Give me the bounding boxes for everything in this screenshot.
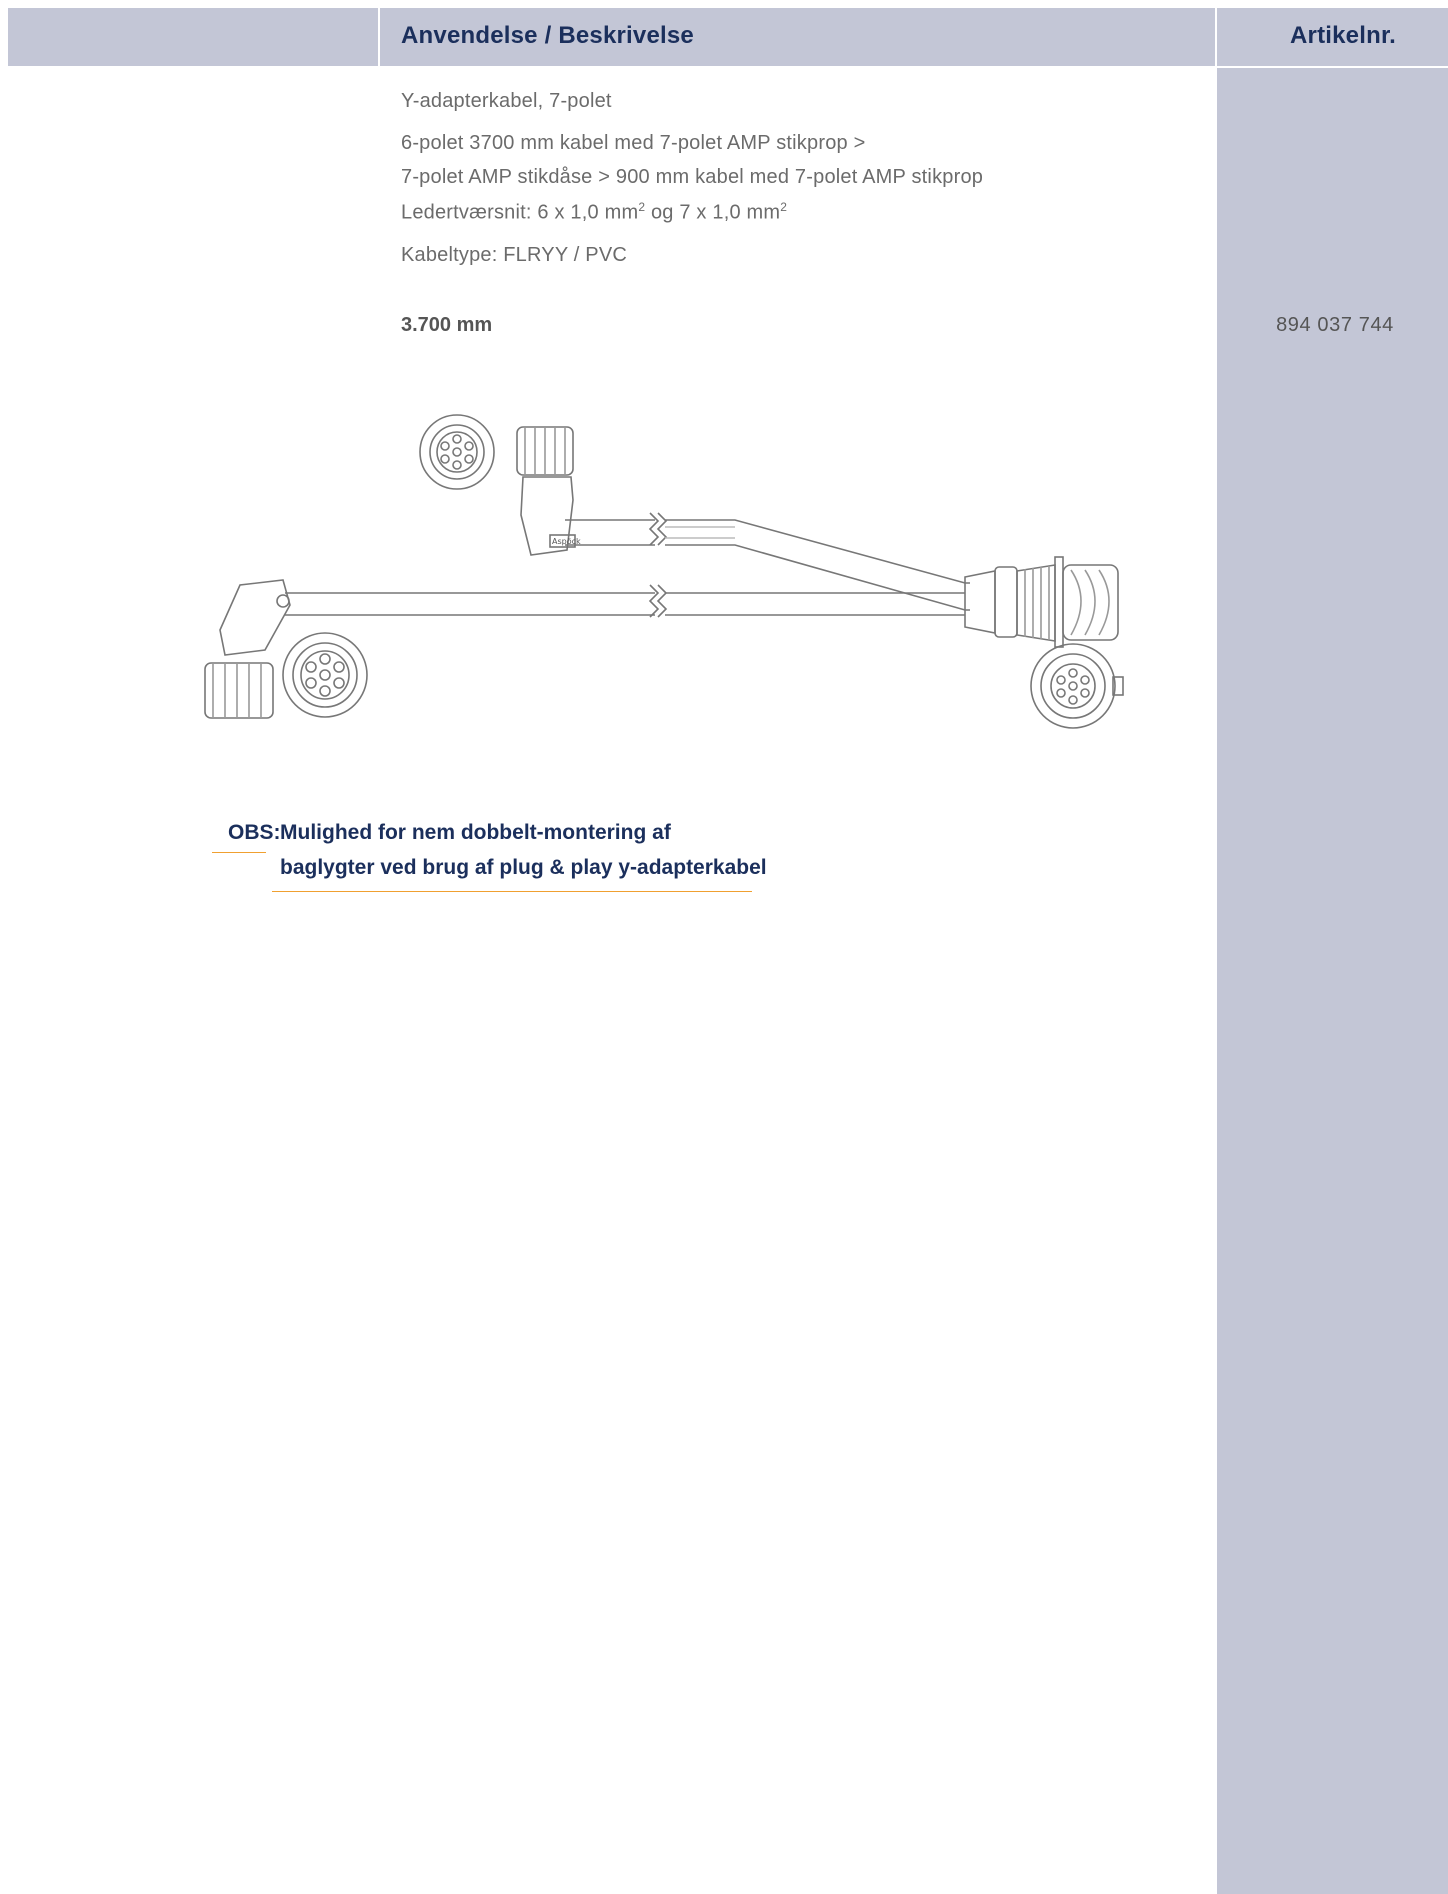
brand-logo-on-drawing: Aspöck (552, 537, 581, 546)
description-heading: Anvendelse / Beskrivelse (401, 22, 694, 49)
superscript: 2 (780, 200, 788, 214)
header-divider (1215, 8, 1217, 66)
product-description-line: 6-polet 3700 mm kabel med 7-polet AMP st… (401, 132, 866, 154)
article-number-column (1217, 68, 1448, 1894)
table-header (8, 8, 1448, 66)
cable-type: Kabeltype: FLRYY / PVC (401, 244, 628, 266)
cross-section-line: Ledertværsnit: 6 x 1,0 mm 2 og 7 x 1,0 mm… (401, 200, 787, 225)
cross-section-text: og 7 x 1,0 mm (645, 201, 781, 224)
product-description-line: 7-polet AMP stikdåse > 900 mm kabel med … (401, 166, 984, 188)
note-underline (272, 891, 752, 892)
product-title: Y-adapterkabel, 7-polet (401, 90, 612, 112)
note-text-line: Mulighed for nem dobbelt-montering af (280, 821, 671, 844)
header-divider (378, 8, 380, 66)
note-label-underline (212, 852, 266, 853)
cross-section-text: Ledertværsnit: 6 x 1,0 mm (401, 201, 639, 224)
note-text-line: baglygter ved brug af plug & play y-adap… (280, 856, 767, 879)
article-number: 894 037 744 (1276, 314, 1394, 336)
note-label: OBS: (228, 821, 281, 844)
y-adapter-cable-drawing: Aspöck (204, 414, 1124, 729)
article-number-heading: Artikelnr. (1290, 22, 1397, 49)
cable-length: 3.700 mm (401, 314, 493, 336)
